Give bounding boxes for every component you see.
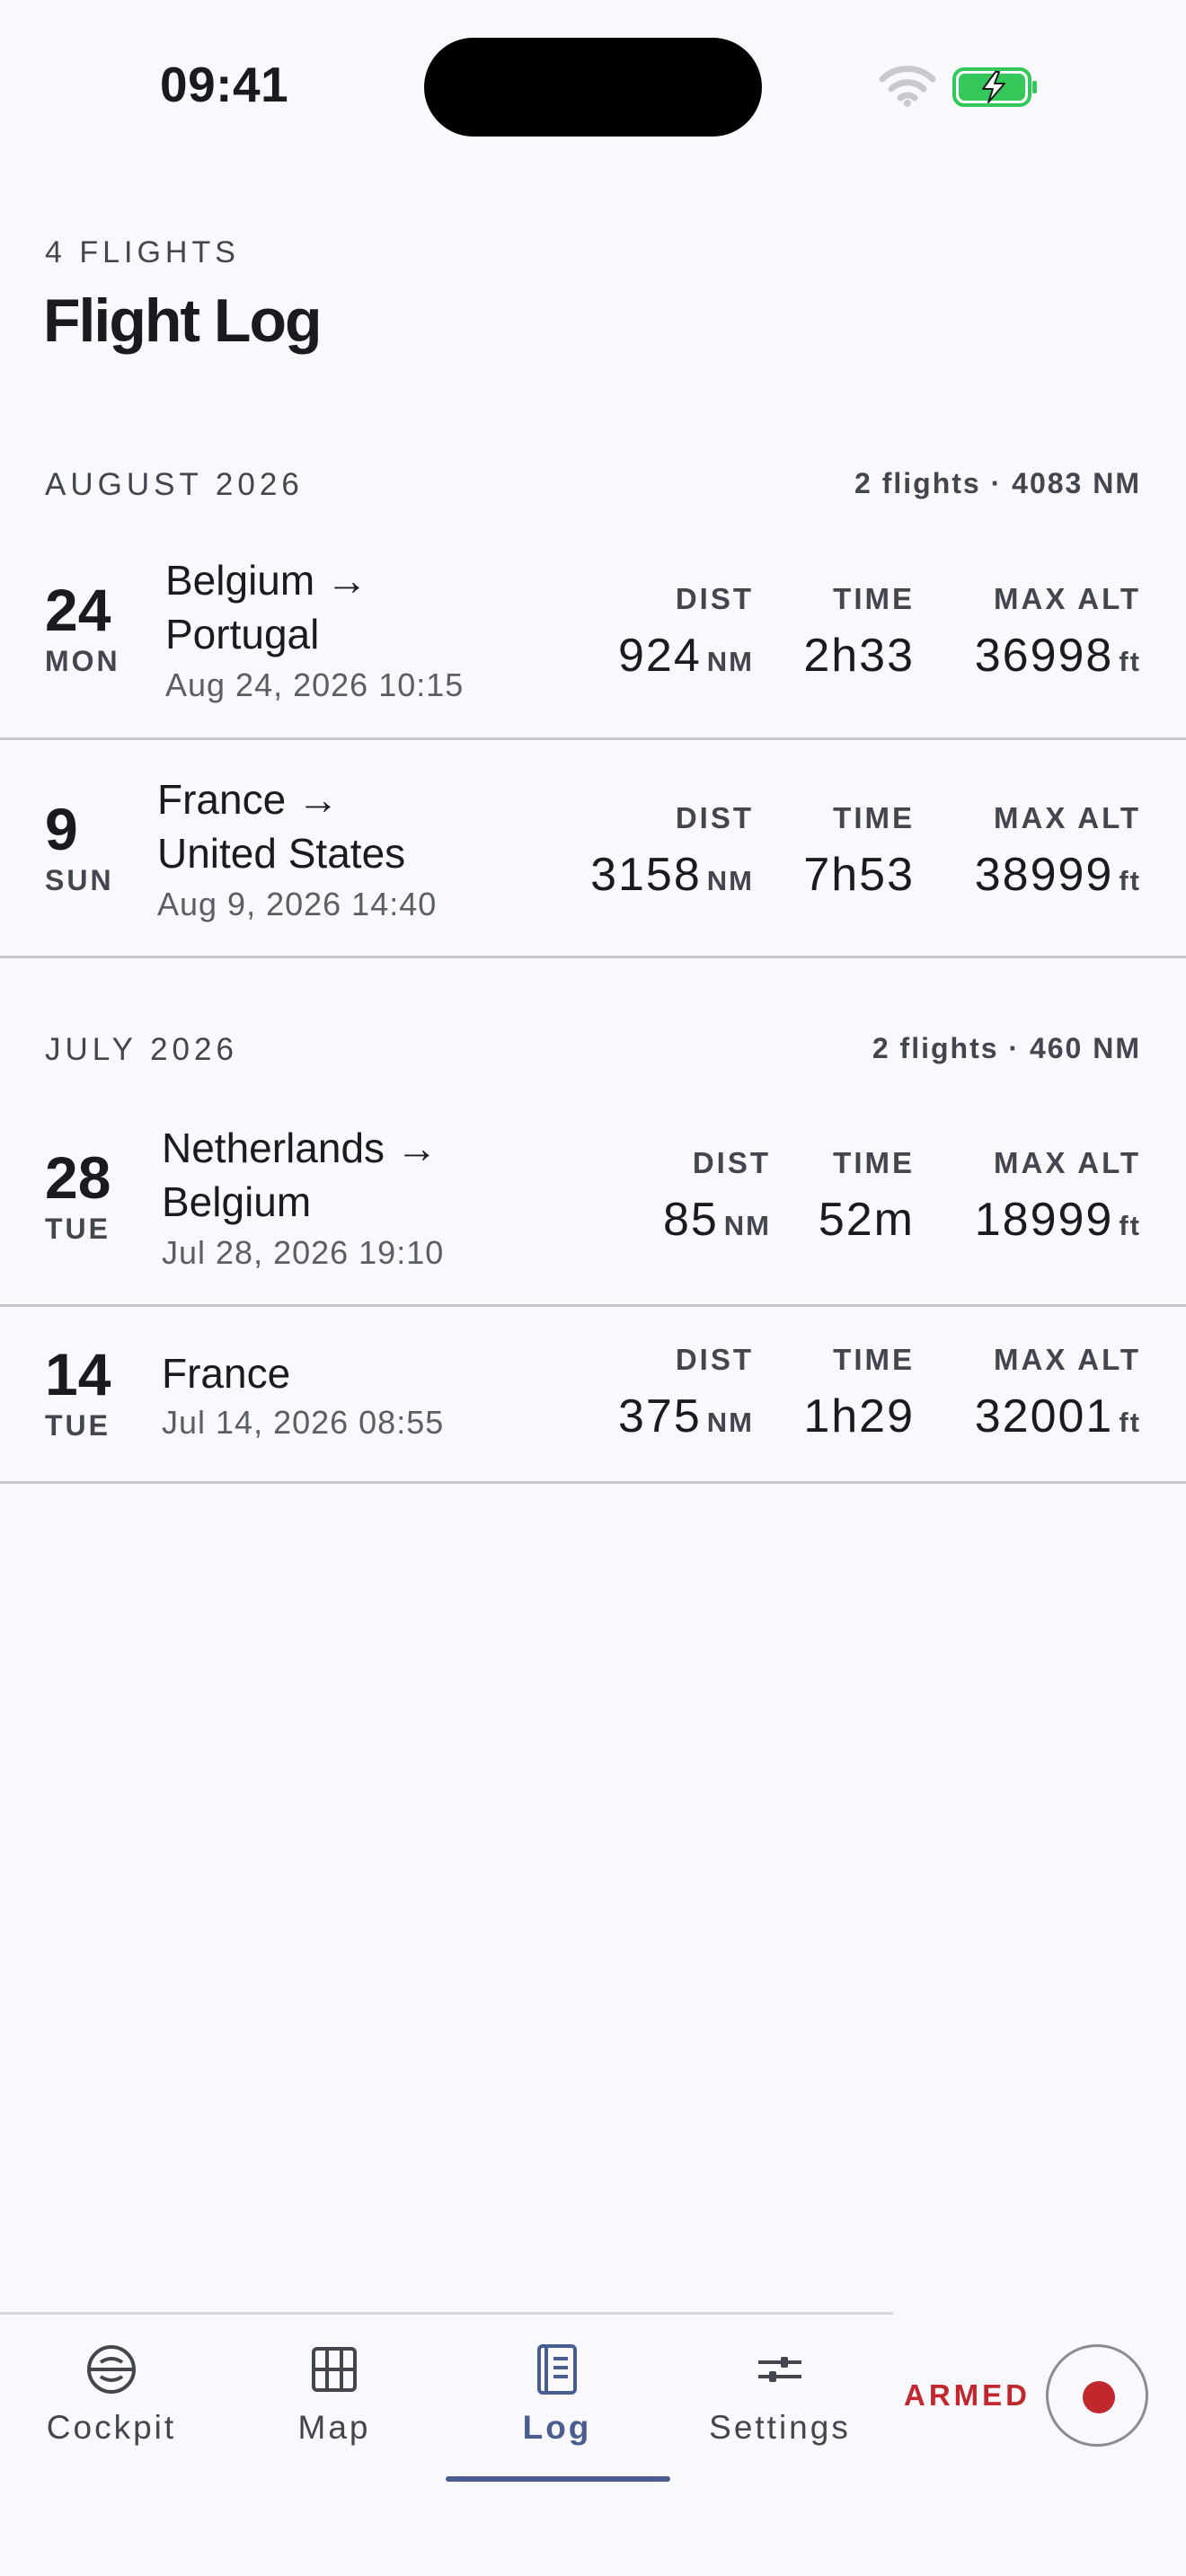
stat-dist: DIST 3158 NM <box>590 801 754 902</box>
flight-weekday: MON <box>45 645 120 677</box>
tab-label: Cockpit <box>46 2409 177 2446</box>
stat-label-max-alt: MAX ALT <box>994 582 1141 615</box>
stat-label-time: TIME <box>833 582 915 615</box>
stat-max-alt: MAX ALT 38999 ft <box>975 801 1141 902</box>
stat-dist: DIST 375 NM <box>618 1343 754 1443</box>
route-line2: Portugal <box>165 611 320 657</box>
stat-value-time: 7h53 <box>803 849 915 901</box>
flight-row[interactable]: 14 TUE France Jul 14, 2026 08:55 DIST 37… <box>0 1307 1186 1484</box>
flight-datetime: Jul 28, 2026 19:10 <box>162 1234 445 1271</box>
flight-datetime: Aug 9, 2026 14:40 <box>157 886 438 922</box>
stat-value-max-alt: 38999 ft <box>974 849 1141 901</box>
flight-row[interactable]: 9 SUN France → United States Aug 9, 2026… <box>0 740 1186 958</box>
record-button[interactable] <box>1046 2344 1148 2447</box>
armed-status: ARMED <box>904 2378 1031 2412</box>
dynamic-island <box>424 38 762 137</box>
flight-count: 4 FLIGHTS <box>45 235 240 269</box>
flight-route: Belgium → Portugal <box>165 553 367 661</box>
tab-label: Settings <box>709 2409 851 2446</box>
stat-label-dist: DIST <box>692 1146 771 1179</box>
stat-label-max-alt: MAX ALT <box>994 801 1141 834</box>
flight-day: 28 <box>45 1144 111 1211</box>
stat-value-dist: 3158 NM <box>590 849 754 901</box>
stat-label-time: TIME <box>833 801 915 834</box>
flight-day: 24 <box>45 577 111 643</box>
month-header-august: AUGUST 2026 2 flights · 4083 NM <box>0 456 1186 510</box>
flight-route: Netherlands → Belgium <box>162 1121 438 1229</box>
page-title: Flight Log <box>43 287 323 355</box>
month-name: JULY 2026 <box>45 1032 238 1067</box>
stat-label-time: TIME <box>833 1343 915 1376</box>
stat-time: TIME 7h53 <box>803 801 915 902</box>
stat-dist: DIST 85 NM <box>663 1146 771 1247</box>
status-time: 09:41 <box>160 57 289 112</box>
stat-dist: DIST 924 NM <box>618 582 754 683</box>
flight-row[interactable]: 24 MON Belgium → Portugal Aug 24, 2026 1… <box>0 544 1186 740</box>
tab-map[interactable]: Map <box>223 2335 446 2479</box>
stat-value-max-alt: 32001 ft <box>974 1390 1141 1442</box>
stat-max-alt: MAX ALT 18999 ft <box>975 1146 1141 1247</box>
cockpit-icon <box>87 2345 136 2394</box>
stat-value-max-alt: 36998 ft <box>974 630 1141 682</box>
stat-label-time: TIME <box>833 1146 915 1179</box>
stat-label-dist: DIST <box>675 1343 754 1376</box>
log-icon <box>537 2344 577 2395</box>
flight-weekday: TUE <box>45 1409 111 1442</box>
stat-value-time: 2h33 <box>803 630 915 682</box>
stat-value-time: 1h29 <box>803 1390 915 1442</box>
route-line1: France <box>162 1350 291 1397</box>
stat-time: TIME 2h33 <box>803 582 915 683</box>
flight-route: France → United States <box>157 772 405 880</box>
stat-label-dist: DIST <box>675 582 754 615</box>
month-summary: 2 flights · 460 NM <box>872 1032 1141 1064</box>
flight-route: France <box>162 1346 290 1400</box>
stat-value-dist: 85 NM <box>662 1194 771 1246</box>
month-name: AUGUST 2026 <box>45 467 304 502</box>
tab-cockpit[interactable]: Cockpit <box>0 2335 223 2479</box>
stat-max-alt: MAX ALT 32001 ft <box>975 1343 1141 1443</box>
flight-day: 9 <box>45 796 78 862</box>
route-line2: United States <box>157 830 406 877</box>
stat-max-alt: MAX ALT 36998 ft <box>975 582 1141 683</box>
map-icon <box>312 2347 357 2392</box>
nav-divider <box>0 2312 893 2315</box>
active-tab-indicator <box>446 2476 670 2482</box>
tab-label: Log <box>522 2409 592 2446</box>
route-line1: Belgium → <box>165 557 367 604</box>
tab-settings[interactable]: Settings <box>668 2335 891 2479</box>
battery-charging-icon <box>952 67 1037 107</box>
stat-value-dist: 924 NM <box>618 630 754 682</box>
month-header-july: JULY 2026 2 flights · 460 NM <box>0 1021 1186 1075</box>
stat-value-dist: 375 NM <box>618 1390 754 1442</box>
stat-time: TIME 1h29 <box>803 1343 915 1443</box>
settings-icon <box>758 2357 801 2382</box>
month-summary: 2 flights · 4083 NM <box>854 467 1141 499</box>
route-line1: France → <box>157 776 339 823</box>
flight-datetime: Jul 14, 2026 08:55 <box>162 1404 445 1441</box>
flight-datetime: Aug 24, 2026 10:15 <box>165 666 465 703</box>
stat-label-max-alt: MAX ALT <box>994 1343 1141 1376</box>
tab-label: Map <box>297 2409 371 2446</box>
stat-value-time: 52m <box>818 1194 915 1246</box>
flight-weekday: SUN <box>45 864 114 896</box>
flight-day: 14 <box>45 1341 111 1407</box>
record-icon <box>1083 2381 1115 2413</box>
route-line1: Netherlands → <box>162 1125 438 1171</box>
route-line2: Belgium <box>162 1178 312 1225</box>
flight-weekday: TUE <box>45 1213 111 1245</box>
flight-row[interactable]: 28 TUE Netherlands → Belgium Jul 28, 202… <box>0 1110 1186 1307</box>
wifi-icon <box>879 66 936 107</box>
stat-label-dist: DIST <box>675 801 754 834</box>
stat-value-max-alt: 18999 ft <box>974 1194 1141 1246</box>
tab-log[interactable]: Log <box>446 2335 668 2479</box>
stat-label-max-alt: MAX ALT <box>994 1146 1141 1179</box>
stat-time: TIME 52m <box>819 1146 915 1247</box>
